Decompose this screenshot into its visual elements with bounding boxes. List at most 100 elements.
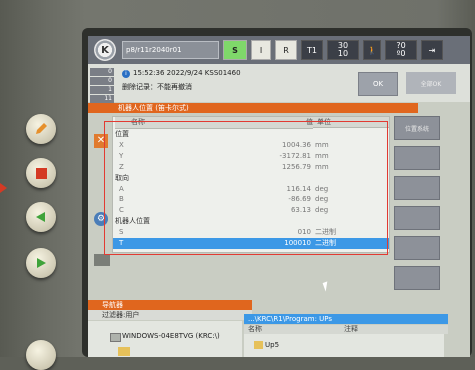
list-column-name[interactable]: 名称 — [244, 325, 340, 334]
folder-icon[interactable] — [118, 347, 130, 356]
stop-icon — [35, 167, 47, 179]
cell-name: 取向 — [115, 173, 129, 182]
table-row[interactable]: B -86.69 deg — [113, 194, 389, 205]
program-name[interactable]: p8/r11r2040r01 — [122, 41, 219, 59]
table-row[interactable]: X 1004.36 mm — [113, 140, 389, 151]
softkey[interactable] — [394, 266, 440, 290]
cell-value: 116.14 — [286, 184, 312, 193]
cell-value: 1256.79 — [282, 162, 311, 171]
table-group-row[interactable]: 机器人位置 — [113, 216, 389, 227]
message-timestamp: 15:52:36 2022/9/24 KSS01460 — [133, 69, 241, 77]
window-title: 机器人位置 (笛卡尔式) — [88, 103, 418, 113]
cell-unit: mm — [315, 151, 329, 160]
lower-key[interactable] — [26, 340, 56, 370]
cell-unit: deg — [315, 195, 329, 204]
softkey[interactable] — [394, 146, 440, 170]
cell-value: 1004.36 — [282, 140, 311, 149]
list-item-label: Up5 — [265, 341, 280, 349]
submit-status[interactable]: S — [223, 40, 247, 60]
folder-icon — [254, 341, 263, 349]
tree-item-root[interactable]: WINDOWS-04E8TVG (KRC:\) — [122, 332, 220, 340]
table-group-row[interactable]: 位置 — [113, 129, 389, 140]
robot-interpreter-status[interactable]: R — [275, 40, 297, 60]
ok-button[interactable]: OK — [358, 72, 398, 96]
navigator-title: 导航器 — [88, 300, 252, 310]
message-counter[interactable]: 1 — [90, 86, 114, 94]
drives-status[interactable]: I — [251, 40, 271, 60]
message-text: 删除记录：不能再撤消 — [122, 83, 192, 91]
column-header-value: 值 — [289, 117, 313, 129]
cell-name: A — [119, 184, 124, 193]
list-item[interactable]: Up5 — [254, 341, 279, 349]
message-line: i 15:52:36 2022/9/24 KSS01460 — [122, 69, 241, 78]
play-forward-icon — [37, 258, 46, 268]
softkey[interactable] — [394, 206, 440, 230]
cell-name: C — [119, 206, 124, 215]
incremental-icon[interactable]: ⇥ — [421, 40, 443, 60]
navigator-file-list: 名称 注释 Up5 — [244, 325, 448, 357]
cell-name: 位置 — [115, 130, 129, 138]
position-system-softkey[interactable]: 位置系统 — [394, 116, 440, 140]
operating-mode[interactable]: T1 — [301, 40, 323, 60]
mouse-cursor — [322, 281, 331, 292]
cell-value: -86.69 — [288, 195, 311, 204]
cell-name: 机器人位置 — [115, 217, 150, 226]
column-header-name: 名称 — [115, 117, 313, 129]
table-group-row[interactable]: 取向 — [113, 173, 389, 184]
cell-name: T — [119, 239, 124, 247]
jog-indicator[interactable]: ?0 º0 — [385, 40, 417, 60]
override-bottom: 10 — [337, 49, 349, 58]
close-window-icon[interactable]: ✕ — [94, 134, 108, 148]
table-row[interactable]: S 010 二进制 — [113, 227, 389, 238]
message-counter[interactable]: 0 — [90, 68, 114, 76]
gear-icon[interactable]: ⚙ — [94, 212, 108, 226]
cell-value: 100010 — [284, 239, 311, 247]
column-header-unit: 单位 — [313, 117, 389, 128]
start-backward-key[interactable] — [26, 202, 56, 232]
kuka-logo-button[interactable]: K — [94, 39, 116, 61]
cell-unit: 二进制 — [315, 228, 336, 237]
cell-value: -3172.81 — [279, 151, 311, 160]
smartpad-screen: K p8/r11r2040r01 S I R T1 30 10 🚶 ?0 º0 … — [88, 36, 470, 357]
play-backward-icon — [36, 212, 45, 222]
navigator-filter[interactable]: 过滤器:用户 — [88, 310, 252, 320]
pencil-icon — [36, 123, 47, 134]
list-column-comment[interactable]: 注释 — [340, 325, 448, 334]
message-counter[interactable]: 0 — [90, 77, 114, 85]
cell-name: S — [119, 228, 124, 237]
override-indicator[interactable]: 30 10 — [327, 40, 359, 60]
cell-name: X — [119, 140, 124, 149]
table-row[interactable]: Y -3172.81 mm — [113, 151, 389, 162]
navigator-tree: WINDOWS-04E8TVG (KRC:\) — [88, 321, 242, 357]
message-counter[interactable]: 11 — [90, 95, 114, 103]
cell-unit: deg — [315, 206, 329, 215]
cell-name: Z — [119, 162, 124, 171]
side-pointer-marker — [0, 183, 7, 193]
cell-name: B — [119, 195, 124, 204]
softkey[interactable] — [394, 176, 440, 200]
position-table: 名称 值 单位 位置 X 1004.36 mm Y -3172.81 mm Z 1256.79 m… — [112, 116, 390, 253]
cell-unit: mm — [315, 162, 329, 171]
start-forward-key[interactable] — [26, 248, 56, 278]
table-row[interactable]: T 100010 二进制 — [113, 238, 389, 249]
cell-unit: mm — [315, 140, 329, 149]
stop-key[interactable] — [26, 158, 56, 188]
robot-figure-icon[interactable]: 🚶 — [363, 40, 381, 60]
image-icon[interactable] — [94, 254, 110, 266]
computer-icon — [110, 333, 121, 342]
table-row[interactable]: A 116.14 deg — [113, 184, 389, 195]
softkey[interactable] — [394, 236, 440, 260]
cell-value: 63.13 — [290, 206, 311, 215]
cell-value: 010 — [297, 228, 311, 237]
message-counters: 0 0 1 11 — [90, 68, 114, 104]
message-window: 0 0 1 11 i 15:52:36 2022/9/24 KSS01460 删除… — [88, 64, 470, 104]
table-row[interactable]: Z 1256.79 mm — [113, 162, 389, 173]
confirm-all-button[interactable]: 全部OK — [406, 72, 456, 94]
info-icon: i — [122, 70, 130, 78]
status-bar: K p8/r11r2040r01 S I R T1 30 10 🚶 ?0 º0 … — [88, 36, 470, 64]
table-row[interactable]: C 63.13 deg — [113, 205, 389, 216]
jog-bottom: º0 — [396, 49, 406, 58]
cell-name: Y — [119, 151, 124, 160]
edit-pencil-key[interactable] — [26, 114, 56, 144]
navigator-path: ...\KRC\R1\Program: UPs — [244, 314, 448, 324]
